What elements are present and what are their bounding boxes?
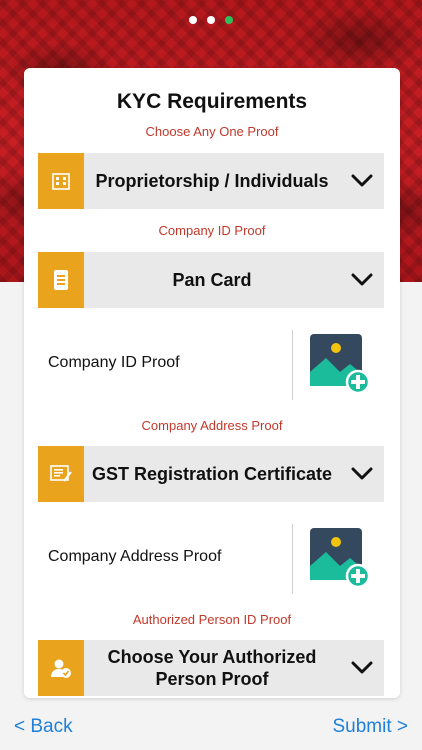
- section-label-authorized-person: Authorized Person ID Proof: [132, 612, 292, 627]
- authorized-person-dropdown[interactable]: Choose Your Authorized Person Proof: [38, 640, 384, 696]
- verified-person-icon: [38, 640, 84, 696]
- company-id-upload-row: Company ID Proof: [24, 330, 400, 400]
- certificate-icon: [38, 446, 84, 502]
- authorized-person-value: Choose Your Authorized Person Proof: [107, 647, 317, 689]
- section-label-company-address: Company Address Proof: [141, 418, 283, 433]
- company-id-dropdown[interactable]: Pan Card: [38, 252, 384, 308]
- chevron-down-icon[interactable]: [340, 273, 384, 287]
- page-indicator: [0, 16, 422, 24]
- page-title: KYC Requirements: [116, 90, 308, 113]
- bottom-nav-bar: < Back Submit >: [0, 706, 422, 750]
- add-image-icon[interactable]: [310, 334, 371, 395]
- add-image-icon[interactable]: [310, 528, 371, 589]
- page-dot-3-active[interactable]: [225, 16, 233, 24]
- company-id-value: Pan Card: [172, 270, 252, 290]
- document-icon: [38, 252, 84, 308]
- company-address-upload-row: Company Address Proof: [24, 524, 400, 594]
- page-dot-2[interactable]: [207, 16, 215, 24]
- building-icon: [38, 153, 84, 209]
- back-button[interactable]: < Back: [14, 716, 73, 738]
- company-address-value: GST Registration Certificate: [91, 464, 333, 484]
- divider: [292, 524, 293, 594]
- submit-button[interactable]: Submit >: [332, 716, 408, 738]
- proof-type-dropdown[interactable]: Proprietorship / Individuals: [38, 153, 384, 209]
- company-address-upload-label: Company Address Proof: [48, 548, 222, 565]
- page-dot-1[interactable]: [189, 16, 197, 24]
- chevron-down-icon[interactable]: [340, 467, 384, 481]
- section-label-proof-type: Choose Any One Proof: [145, 124, 279, 139]
- company-address-dropdown[interactable]: GST Registration Certificate: [38, 446, 384, 502]
- chevron-down-icon[interactable]: [340, 174, 384, 188]
- company-id-upload-label: Company ID Proof: [48, 354, 180, 371]
- divider: [292, 330, 293, 400]
- chevron-down-icon[interactable]: [340, 661, 384, 675]
- section-label-company-id: Company ID Proof: [158, 223, 266, 238]
- proof-type-value: Proprietorship / Individuals: [95, 171, 329, 191]
- kyc-card: KYC Requirements Choose Any One Proof Pr…: [24, 68, 400, 698]
